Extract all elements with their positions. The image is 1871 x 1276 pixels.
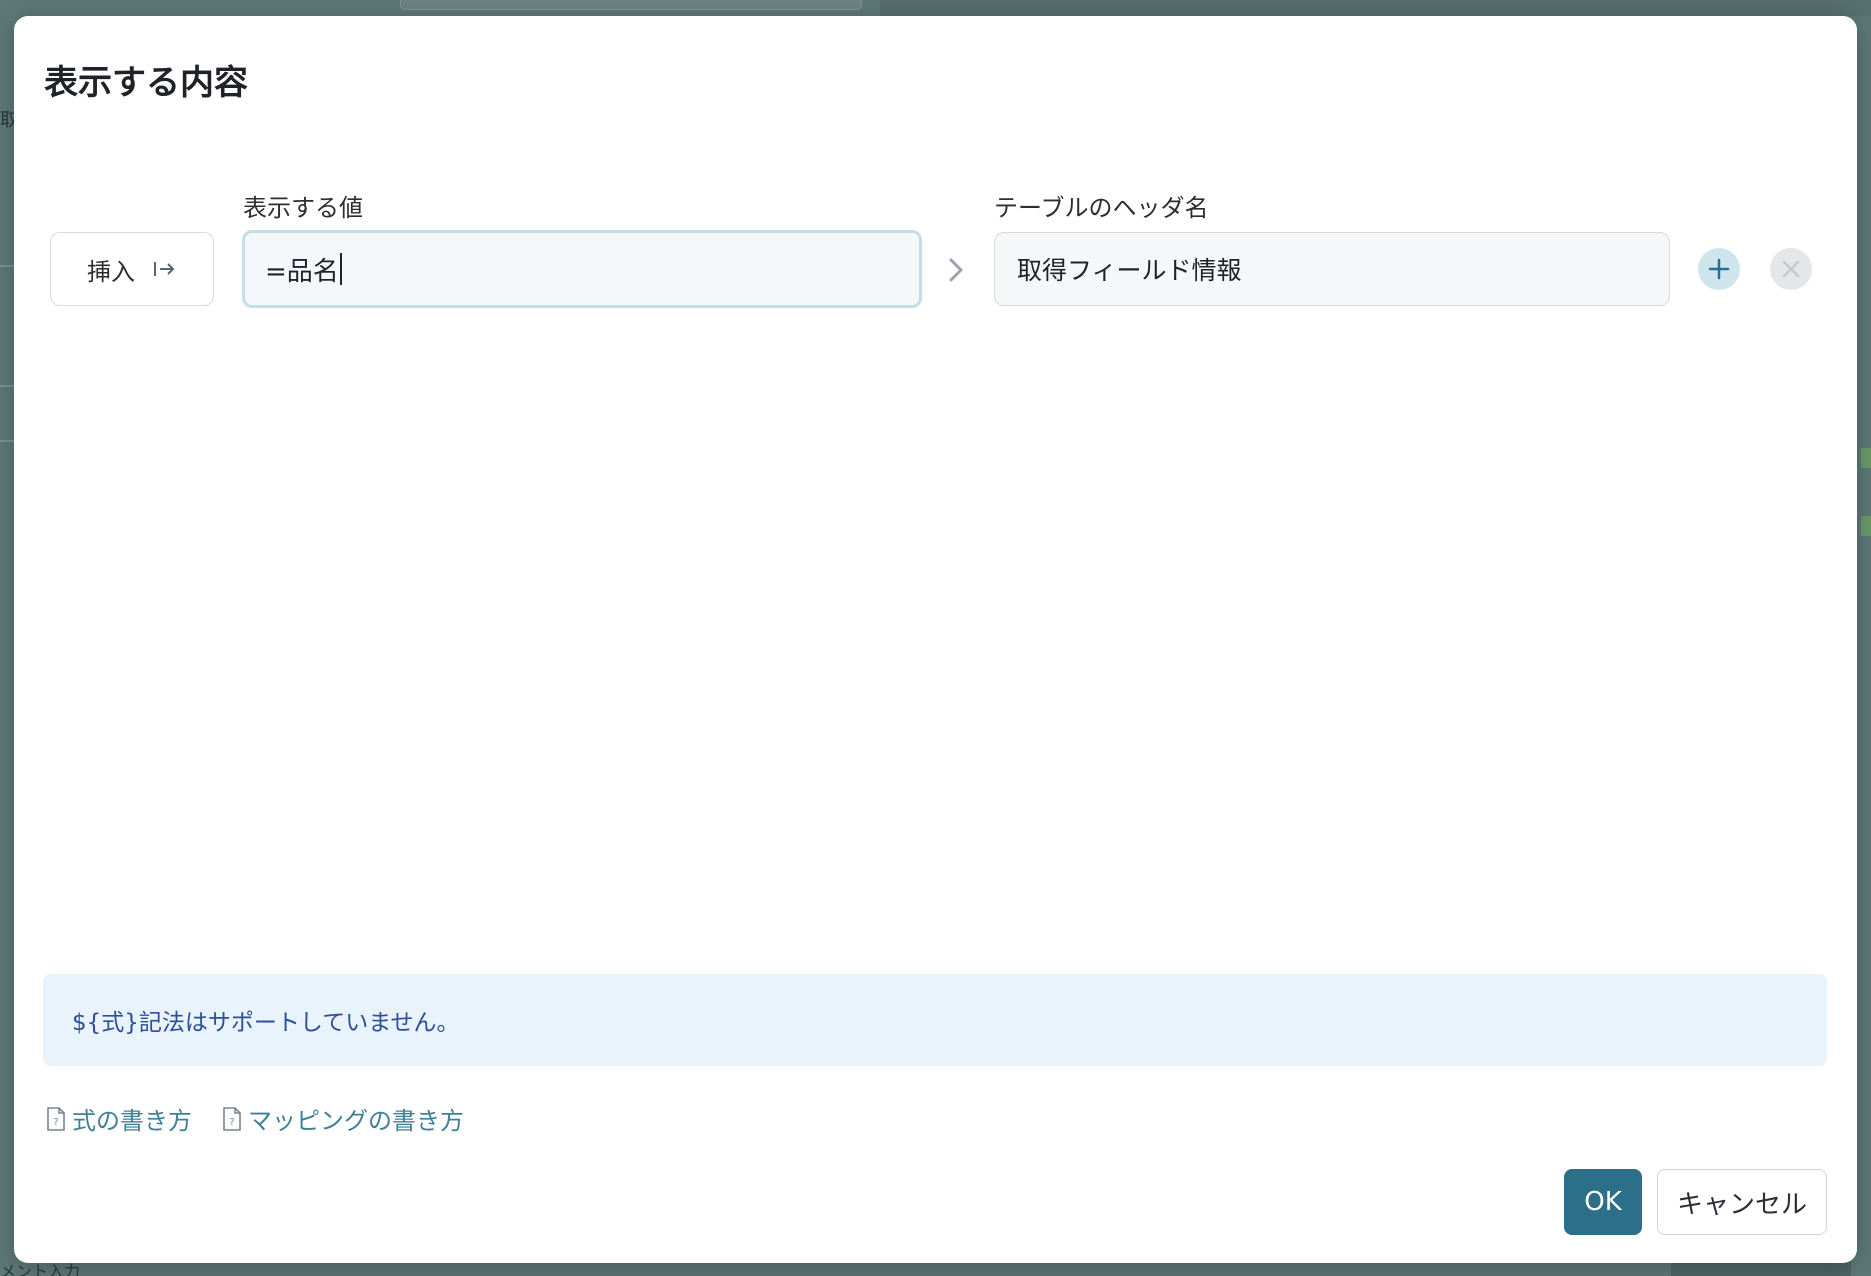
info-message-text: ${式}記法はサポートしていません。 xyxy=(72,1010,460,1036)
help-links: ? 式の書き方 ? マッピングの書き方 xyxy=(46,1101,464,1136)
document-icon: ? xyxy=(46,1106,66,1131)
info-message: ${式}記法はサポートしていません。 xyxy=(43,974,1827,1066)
add-row-button[interactable] xyxy=(1698,248,1740,290)
background-divider xyxy=(0,265,14,267)
formula-help-link-label: 式の書き方 xyxy=(72,1107,192,1135)
insert-button[interactable]: 挿入 xyxy=(50,232,214,306)
formula-help-link[interactable]: ? 式の書き方 xyxy=(46,1101,192,1136)
display-content-dialog: 表示する内容 表示する値 テーブルのヘッダ名 挿入 =品名 取得フィールド情報 xyxy=(14,16,1857,1263)
plus-icon xyxy=(1708,258,1730,280)
background-divider xyxy=(0,440,14,442)
value-input[interactable]: =品名 xyxy=(242,230,922,308)
insert-button-label: 挿入 xyxy=(87,257,135,286)
close-icon xyxy=(1782,260,1800,278)
background-accent xyxy=(1861,448,1871,468)
mapping-help-link[interactable]: ? マッピングの書き方 xyxy=(222,1101,464,1136)
svg-text:?: ? xyxy=(229,1117,234,1128)
svg-text:?: ? xyxy=(53,1117,58,1128)
value-input-text: =品名 xyxy=(265,256,339,287)
header-column-label: テーブルのヘッダ名 xyxy=(994,194,1209,222)
value-column-label: 表示する値 xyxy=(243,194,363,222)
background-panel xyxy=(880,0,1871,16)
header-name-input[interactable]: 取得フィールド情報 xyxy=(994,232,1670,306)
document-icon: ? xyxy=(222,1106,242,1131)
remove-row-button[interactable] xyxy=(1770,248,1812,290)
background-divider xyxy=(0,385,14,387)
insert-arrow-icon xyxy=(153,260,177,278)
background-search-field xyxy=(400,0,862,10)
header-name-input-text: 取得フィールド情報 xyxy=(1017,256,1242,285)
mapping-help-link-label: マッピングの書き方 xyxy=(248,1107,464,1135)
cancel-button[interactable]: キャンセル xyxy=(1657,1169,1827,1235)
background-accent xyxy=(1861,516,1871,536)
dialog-title: 表示する内容 xyxy=(44,63,248,103)
chevron-right-icon xyxy=(949,258,963,282)
text-caret xyxy=(339,253,342,285)
ok-button[interactable]: OK xyxy=(1564,1169,1642,1235)
